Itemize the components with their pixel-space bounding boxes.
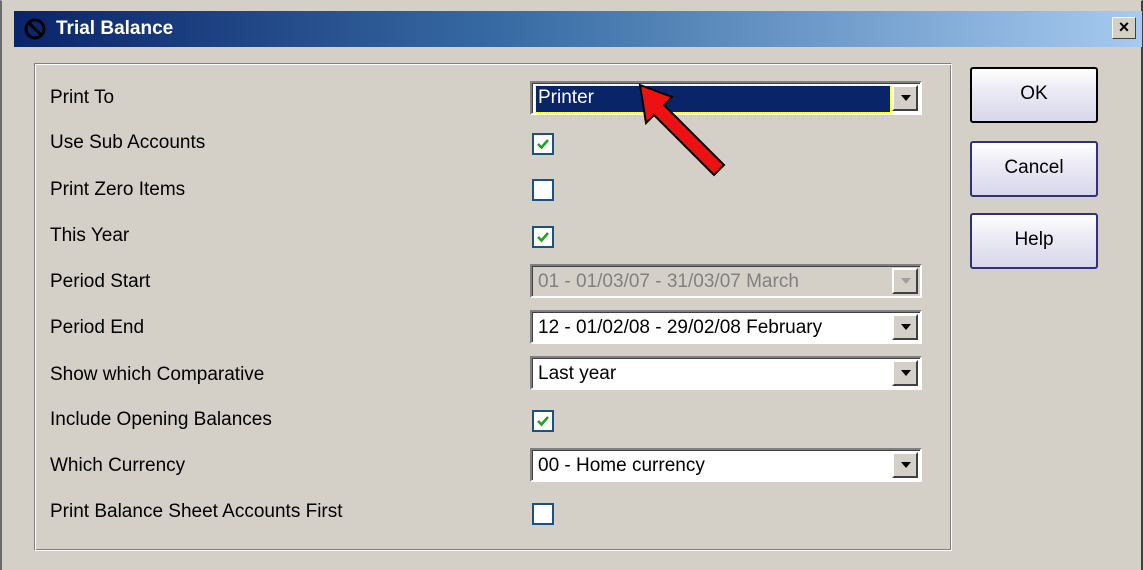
chevron-down-icon xyxy=(901,462,911,468)
print-to-dropdown-button[interactable] xyxy=(892,85,918,111)
print-zero-items-checkbox[interactable] xyxy=(532,179,554,201)
period-start-dropdown-button[interactable] xyxy=(892,268,918,294)
chevron-down-icon xyxy=(901,95,911,101)
currency-select[interactable]: 00 - Home currency xyxy=(530,448,922,482)
print-zero-items-label: Print Zero Items xyxy=(50,179,186,200)
period-end-select[interactable]: 12 - 01/02/08 - 29/02/08 February xyxy=(530,310,922,344)
close-button[interactable]: × xyxy=(1112,17,1136,39)
use-sub-accounts-checkbox[interactable] xyxy=(532,133,554,155)
opening-balances-label: Include Opening Balances xyxy=(50,409,272,430)
period-end-value: 12 - 01/02/08 - 29/02/08 February xyxy=(538,317,823,338)
red-arrow-icon xyxy=(638,83,726,177)
currency-value: 00 - Home currency xyxy=(538,455,705,476)
currency-dropdown-button[interactable] xyxy=(892,452,918,478)
period-start-label: Period Start xyxy=(50,271,151,292)
period-end-dropdown-button[interactable] xyxy=(892,314,918,340)
check-icon xyxy=(537,416,549,427)
title-bar[interactable]: Trial Balance × xyxy=(14,11,1142,47)
print-to-label: Print To xyxy=(50,87,115,108)
chevron-down-icon xyxy=(901,370,911,376)
use-sub-accounts-label: Use Sub Accounts xyxy=(50,132,206,153)
this-year-checkbox[interactable] xyxy=(532,226,554,248)
ok-button[interactable]: OK xyxy=(970,67,1098,123)
check-icon xyxy=(537,139,549,150)
check-icon xyxy=(537,232,549,243)
comparative-value: Last year xyxy=(538,363,617,384)
app-logo-icon xyxy=(24,18,46,40)
balance-sheet-first-checkbox[interactable] xyxy=(532,503,554,525)
comparative-label: Show which Comparative xyxy=(50,364,265,385)
this-year-label: This Year xyxy=(50,225,130,246)
chevron-down-icon xyxy=(901,324,911,330)
comparative-dropdown-button[interactable] xyxy=(892,360,918,386)
chevron-down-icon xyxy=(901,278,911,284)
cancel-button[interactable]: Cancel xyxy=(970,141,1098,197)
close-icon: × xyxy=(1118,17,1130,37)
window-title: Trial Balance xyxy=(56,18,174,39)
period-end-label: Period End xyxy=(50,317,145,338)
dialog-window: Trial Balance × Print To Printer Use Sub… xyxy=(0,0,1143,570)
period-start-select[interactable]: 01 - 01/03/07 - 31/03/07 March xyxy=(530,264,922,298)
period-start-value: 01 - 01/03/07 - 31/03/07 March xyxy=(538,271,799,292)
opening-balances-checkbox[interactable] xyxy=(532,410,554,432)
help-button[interactable]: Help xyxy=(970,213,1098,269)
balance-sheet-first-label: Print Balance Sheet Accounts First xyxy=(50,501,343,522)
comparative-select[interactable]: Last year xyxy=(530,356,922,390)
currency-label: Which Currency xyxy=(50,455,186,476)
